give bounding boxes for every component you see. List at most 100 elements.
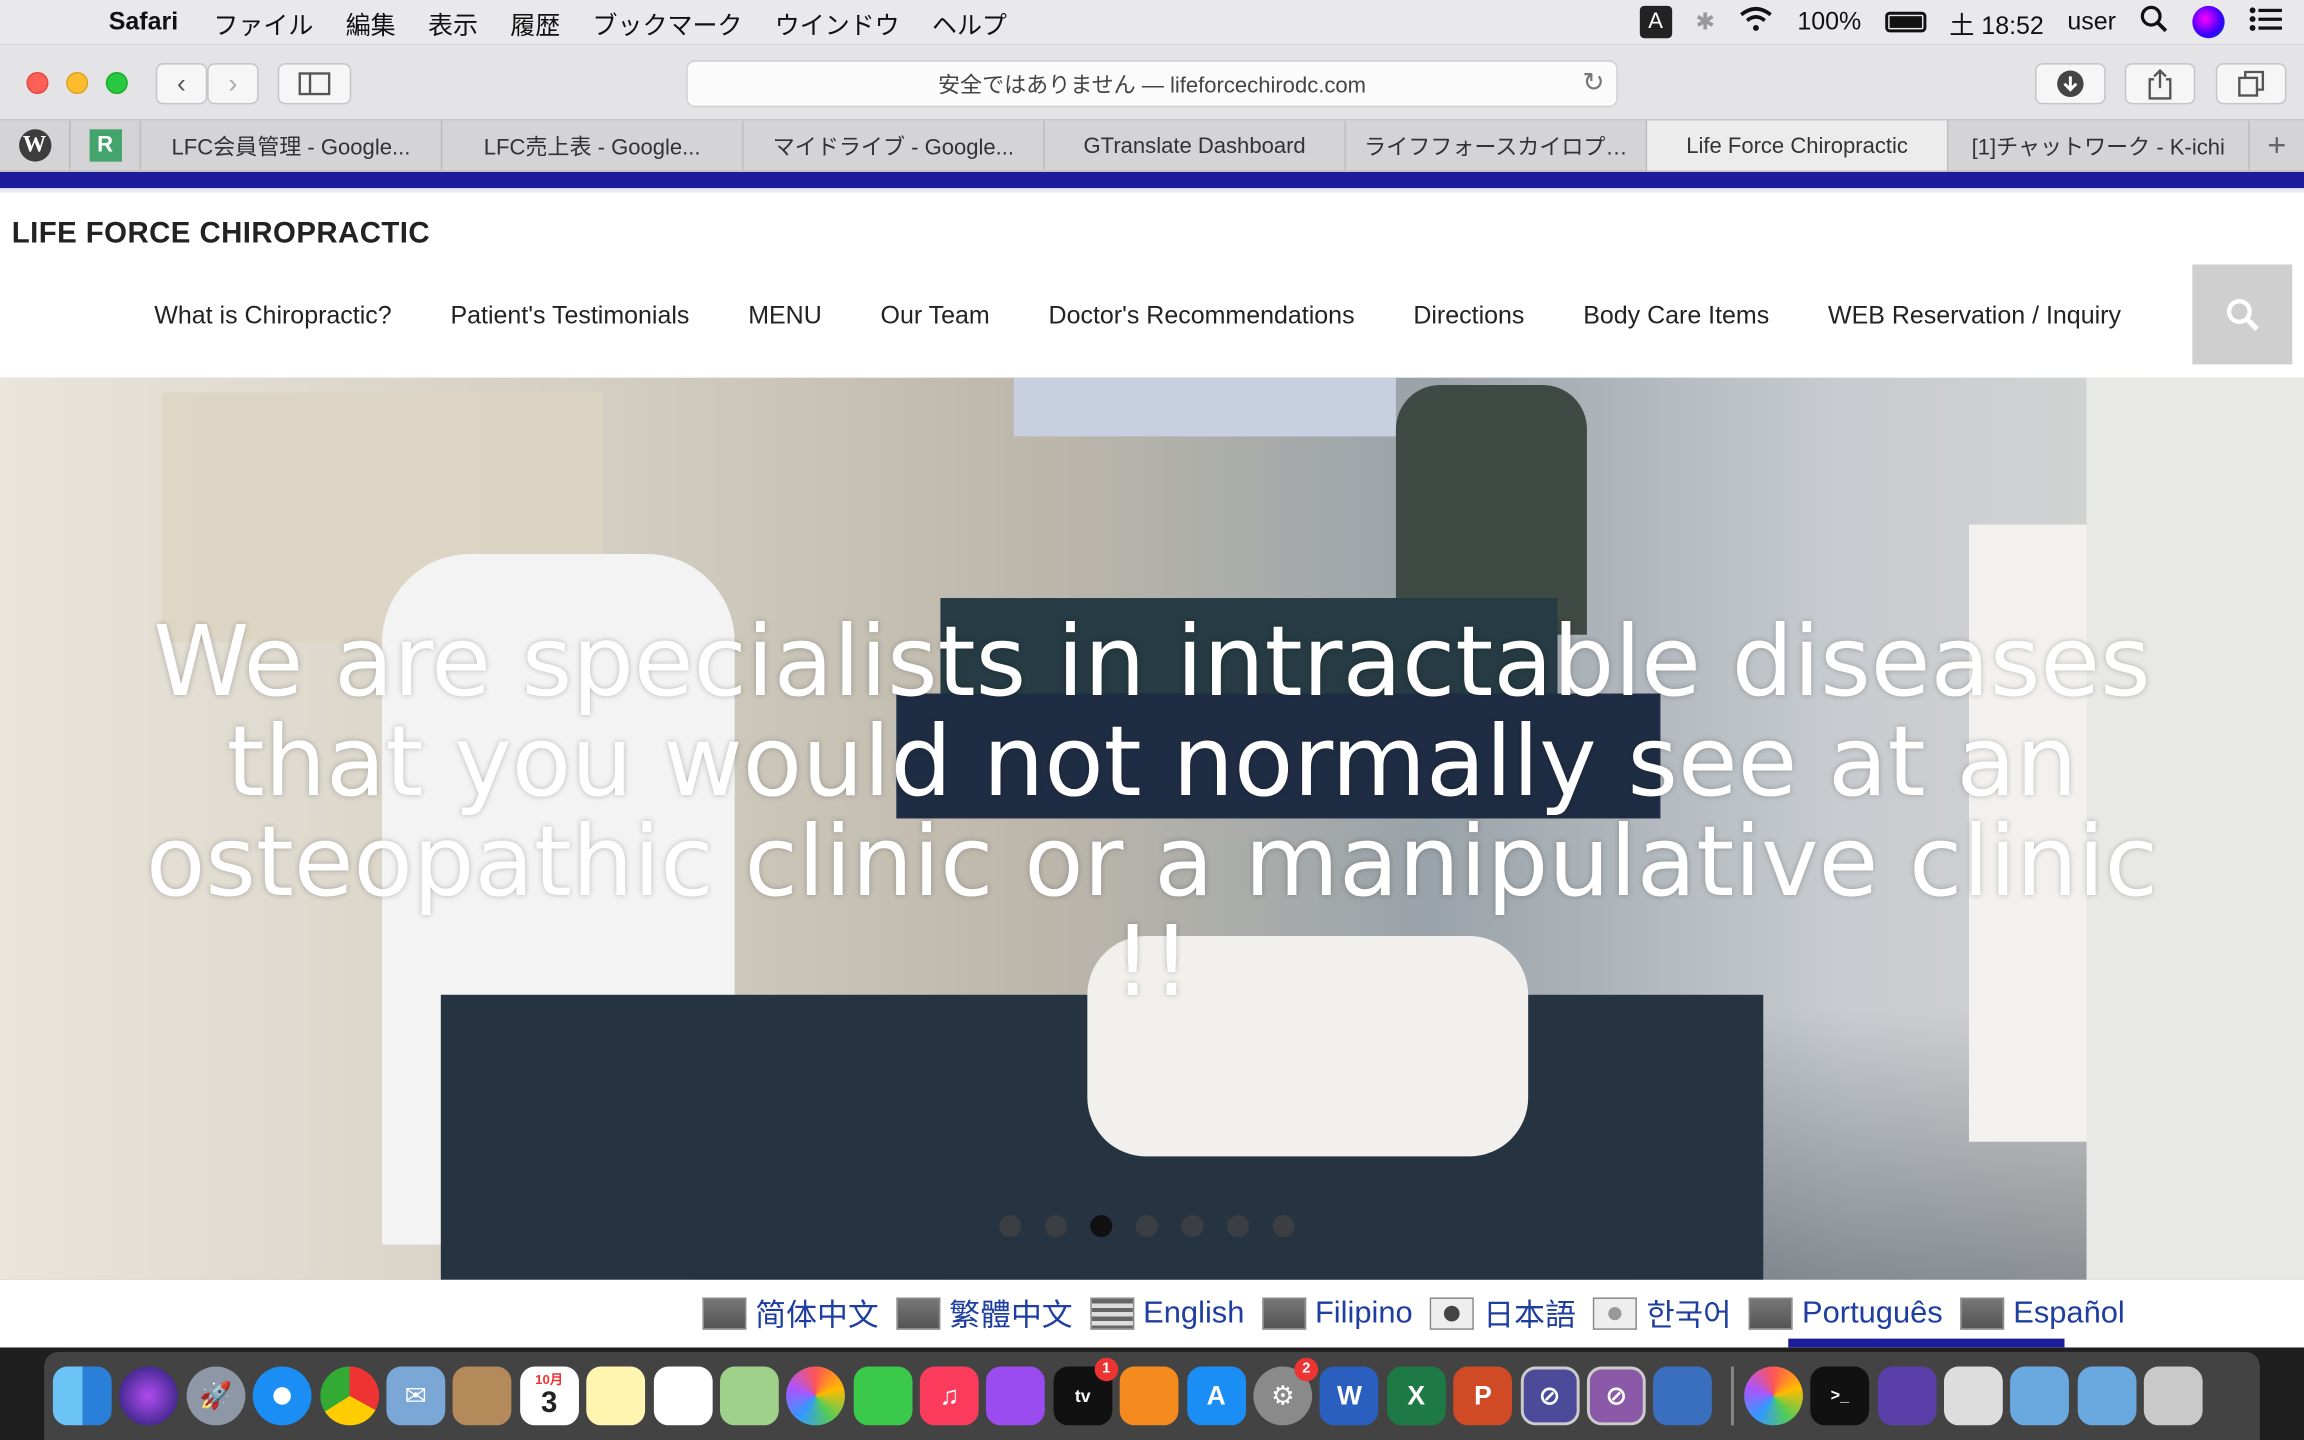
clock[interactable]: 土 18:52: [1949, 4, 2043, 41]
music-icon[interactable]: ♫: [919, 1366, 979, 1426]
contacts-icon[interactable]: [453, 1366, 512, 1426]
tab-gtranslate[interactable]: GTranslate Dashboard: [1045, 120, 1346, 171]
system-preferences-icon[interactable]: ⚙ 2: [1253, 1357, 1319, 1426]
slider-dot[interactable]: [999, 1215, 1022, 1238]
notes-icon[interactable]: [586, 1366, 646, 1426]
bookmark-r[interactable]: R: [71, 120, 142, 171]
keychain-icon[interactable]: [1877, 1366, 1936, 1426]
books-icon[interactable]: [1120, 1366, 1179, 1426]
lang-ko[interactable]: 한국어: [1593, 1292, 1732, 1336]
tab-lfc-sales[interactable]: LFC売上表 - Google...: [442, 120, 744, 171]
lang-label: 한국어: [1646, 1298, 1732, 1333]
reminders-icon[interactable]: [653, 1366, 712, 1426]
bookmark-wordpress[interactable]: W: [0, 120, 71, 171]
new-tab-button[interactable]: +: [2250, 120, 2304, 170]
battery-icon[interactable]: [1884, 11, 1926, 33]
menu-app-name[interactable]: Safari: [109, 7, 178, 36]
nav-doctors-recommendations[interactable]: Doctor's Recommendations: [1049, 301, 1355, 330]
safari-icon[interactable]: [252, 1366, 312, 1426]
site-search-button[interactable]: [2192, 264, 2293, 365]
tab-lifeforce-jp[interactable]: ライフフォースカイロプ…: [1346, 120, 1648, 171]
sidebar-button[interactable]: [277, 63, 352, 105]
bluetooth-icon[interactable]: ✱: [1695, 7, 1715, 36]
slider-dot[interactable]: [1226, 1215, 1249, 1238]
word-icon[interactable]: W: [1320, 1366, 1379, 1426]
tab-lfc-members[interactable]: LFC会員管理 - Google...: [141, 120, 443, 171]
finder-icon[interactable]: [52, 1366, 112, 1426]
close-window-button[interactable]: [26, 72, 49, 95]
lang-es[interactable]: Español: [1960, 1296, 2125, 1331]
chevron-right-icon: ›: [228, 68, 238, 98]
tv-icon[interactable]: tv 1: [1053, 1357, 1118, 1426]
slider-dot[interactable]: [1272, 1215, 1295, 1238]
maps-icon[interactable]: [719, 1366, 779, 1426]
nav-our-team[interactable]: Our Team: [881, 301, 990, 330]
nav-testimonials[interactable]: Patient's Testimonials: [450, 301, 689, 330]
blocked-app-icon-2[interactable]: ⊘: [1586, 1366, 1646, 1426]
podcasts-icon[interactable]: [986, 1366, 1046, 1426]
menu-bar: Safari ファイル 編集 表示 履歴 ブックマーク ウインドウ ヘルプ A …: [0, 0, 2304, 45]
lang-ja[interactable]: 日本語: [1430, 1292, 1576, 1336]
input-method-icon[interactable]: A: [1639, 5, 1672, 39]
nav-menu[interactable]: MENU: [748, 301, 822, 330]
powerpoint-icon[interactable]: P: [1453, 1366, 1513, 1426]
launchpad-icon[interactable]: 🚀: [186, 1366, 246, 1426]
share-button[interactable]: [2124, 63, 2196, 105]
menu-window[interactable]: ウインドウ: [775, 4, 900, 41]
zoom-window-button[interactable]: [105, 72, 128, 95]
blocked-app-icon[interactable]: ⊘: [1520, 1366, 1579, 1426]
lang-zh-tw[interactable]: 繁體中文: [896, 1292, 1073, 1336]
nav-body-care-items[interactable]: Body Care Items: [1583, 301, 1769, 330]
printer-icon[interactable]: [1943, 1366, 2003, 1426]
color-app-icon[interactable]: [1743, 1366, 1803, 1426]
photos-icon[interactable]: [786, 1366, 846, 1426]
menu-history[interactable]: 履歴: [510, 4, 560, 41]
siri-icon[interactable]: [2192, 5, 2225, 39]
nav-what-is-chiropractic[interactable]: What is Chiropractic?: [154, 301, 391, 330]
mail-icon[interactable]: ✉: [386, 1366, 446, 1426]
downloads-button[interactable]: [2035, 63, 2106, 105]
minimize-window-button[interactable]: [66, 72, 89, 95]
tab-chatwork[interactable]: [1]チャットワーク - K-ichi: [1948, 120, 2250, 171]
user-name[interactable]: user: [2067, 7, 2116, 36]
tab-overview-button[interactable]: [2215, 63, 2287, 105]
hero-slider[interactable]: We are specialists in intractable diseas…: [0, 377, 2304, 1280]
slider-dot[interactable]: [1181, 1215, 1204, 1238]
excel-icon[interactable]: X: [1386, 1366, 1446, 1426]
menu-view[interactable]: 表示: [428, 4, 478, 41]
menu-bookmarks[interactable]: ブックマーク: [593, 4, 743, 41]
forward-button[interactable]: ›: [207, 63, 259, 105]
nav-directions[interactable]: Directions: [1413, 301, 1524, 330]
tab-my-drive[interactable]: マイドライブ - Google...: [744, 120, 1045, 171]
facetime-icon[interactable]: [853, 1366, 913, 1426]
terminal-icon[interactable]: >_: [1810, 1366, 1870, 1426]
chrome-icon[interactable]: [319, 1366, 379, 1426]
notification-center-icon[interactable]: [2248, 5, 2283, 39]
menu-file[interactable]: ファイル: [213, 4, 313, 41]
trash-icon[interactable]: [2144, 1366, 2203, 1426]
remote-desktop-icon[interactable]: [1653, 1366, 1713, 1426]
slider-dot-active[interactable]: [1090, 1215, 1113, 1238]
menu-help[interactable]: ヘルプ: [932, 4, 1007, 41]
reload-icon[interactable]: ↻: [1582, 68, 1604, 99]
folder-icon-2[interactable]: [2077, 1366, 2137, 1426]
app-store-icon[interactable]: A: [1186, 1366, 1246, 1426]
address-bar[interactable]: 安全ではありません — lifeforcechirodc.com ↻: [686, 60, 1618, 108]
calendar-icon[interactable]: 10月 3: [519, 1366, 579, 1426]
lang-pt[interactable]: Português: [1749, 1296, 1943, 1331]
nav-web-reservation[interactable]: WEB Reservation / Inquiry: [1828, 301, 2121, 330]
folder-icon[interactable]: [2010, 1366, 2070, 1426]
lang-tl[interactable]: Filipino: [1262, 1296, 1413, 1331]
battery-percent[interactable]: 100%: [1797, 7, 1861, 36]
menu-edit[interactable]: 編集: [346, 4, 396, 41]
slider-dot[interactable]: [1044, 1215, 1067, 1238]
lang-zh-cn[interactable]: 简体中文: [702, 1292, 879, 1336]
slider-dot[interactable]: [1135, 1215, 1158, 1238]
spotlight-icon[interactable]: [2139, 4, 2168, 41]
back-button[interactable]: ‹: [155, 63, 208, 105]
siri-app-icon[interactable]: [119, 1366, 179, 1426]
site-title[interactable]: LIFE FORCE CHIROPRACTIC: [12, 217, 430, 251]
lang-en[interactable]: English: [1090, 1296, 1244, 1331]
wifi-icon[interactable]: [1739, 5, 1774, 39]
tab-life-force-chiropractic[interactable]: Life Force Chiropractic: [1647, 120, 1949, 171]
